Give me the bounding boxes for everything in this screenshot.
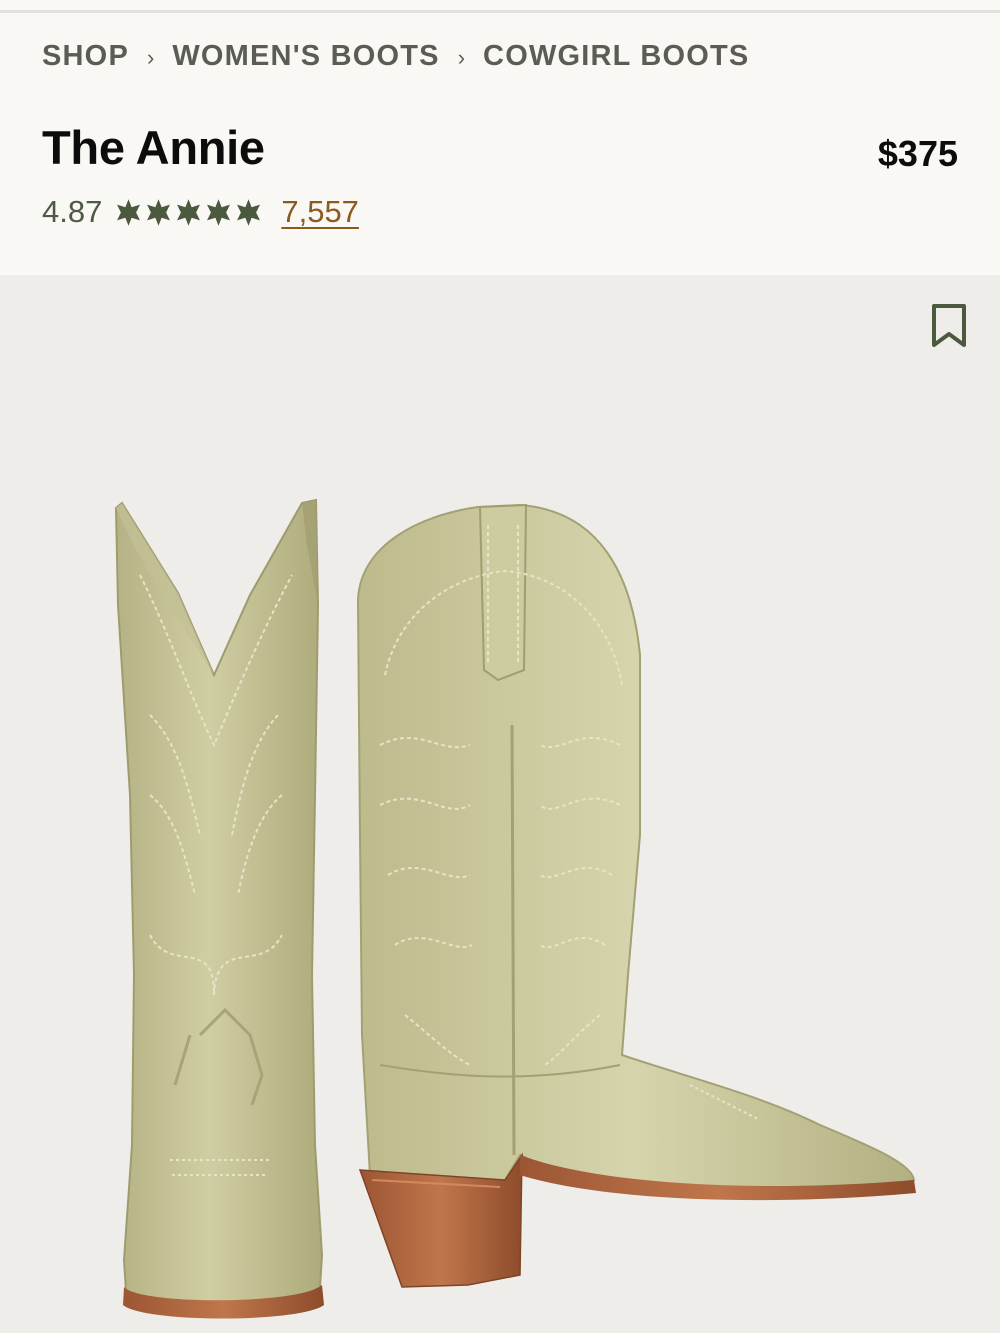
- star-icon: [237, 198, 261, 226]
- chevron-right-icon: ›: [147, 44, 155, 70]
- product-price: $375: [877, 133, 958, 174]
- chevron-right-icon: ›: [457, 44, 466, 70]
- left-boot: [114, 498, 324, 1319]
- product-image-area: [0, 275, 1000, 1333]
- star-icon: [207, 198, 231, 226]
- breadcrumb: SHOP › WOMEN'S BOOTS › COWGIRL BOOTS: [42, 40, 749, 73]
- star-icon: [147, 198, 171, 226]
- top-divider: [0, 10, 1000, 13]
- product-title: The Annie: [42, 121, 265, 174]
- review-count-link[interactable]: 7,557: [281, 194, 359, 230]
- breadcrumb-womens-boots[interactable]: WOMEN'S BOOTS: [172, 40, 439, 73]
- star-icon: [177, 198, 201, 226]
- star-icon: [117, 198, 141, 226]
- bookmark-icon[interactable]: [930, 303, 968, 349]
- rating-value: 4.87: [42, 194, 103, 229]
- right-boot: [356, 503, 916, 1288]
- breadcrumb-cowgirl-boots[interactable]: COWGIRL BOOTS: [483, 40, 749, 73]
- rating-row: 4.87 7,557: [42, 194, 359, 230]
- boots-product-image[interactable]: [0, 275, 1000, 1333]
- breadcrumb-shop[interactable]: SHOP: [42, 40, 129, 73]
- star-rating: [114, 198, 263, 227]
